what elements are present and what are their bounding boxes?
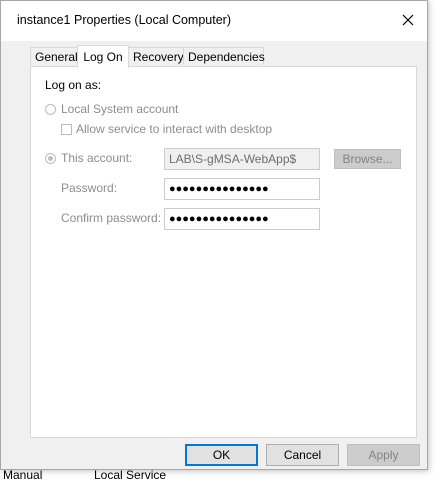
close-icon (402, 14, 414, 26)
confirm-password-field[interactable]: ●●●●●●●●●●●●●●● (164, 208, 320, 230)
tab-dependencies[interactable]: Dependencies (183, 47, 265, 65)
log-on-panel: Log on as: Local System account Allow se… (30, 66, 417, 438)
tab-recovery[interactable]: Recovery (128, 47, 184, 65)
log-on-as-heading: Log on as: (45, 78, 102, 92)
dialog-titlebar[interactable]: instance1 Properties (Local Computer) (1, 1, 427, 41)
this-account-radio[interactable] (45, 153, 56, 164)
this-account-label: This account: (61, 151, 133, 165)
dialog-title: instance1 Properties (Local Computer) (17, 13, 231, 27)
interact-desktop-label: Allow service to interact with desktop (76, 122, 273, 136)
tab-general[interactable]: General (30, 47, 78, 65)
apply-button[interactable]: Apply (347, 444, 420, 466)
browse-button[interactable]: Browse... (334, 149, 401, 169)
password-field[interactable]: ●●●●●●●●●●●●●●● (164, 178, 320, 200)
account-field[interactable]: LAB\S-gMSA-WebApp$ (164, 148, 320, 170)
local-system-label: Local System account (61, 102, 179, 116)
tab-log-on[interactable]: Log On (77, 45, 129, 68)
confirm-password-label: Confirm password: (61, 211, 162, 225)
properties-dialog: instance1 Properties (Local Computer) Ge… (0, 0, 428, 470)
cancel-button[interactable]: Cancel (266, 444, 339, 466)
password-label: Password: (61, 181, 118, 195)
ok-button[interactable]: OK (185, 444, 258, 466)
interact-desktop-checkbox[interactable] (61, 124, 72, 135)
local-system-radio[interactable] (45, 104, 56, 115)
close-button[interactable] (395, 7, 421, 33)
